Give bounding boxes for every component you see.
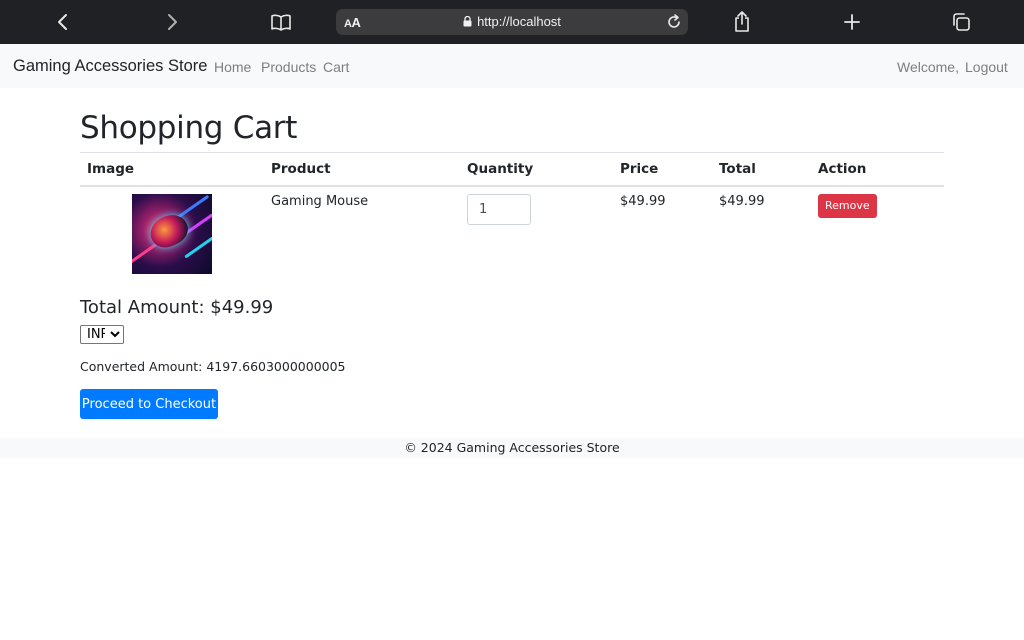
back-button[interactable] [48,7,78,37]
quantity-input[interactable] [467,193,531,225]
column-header-price: Price [613,152,712,187]
cell-price: $49.99 [620,193,666,209]
cell-action: Remove [811,186,944,281]
table-header-row: Image Product Quantity Price Total Actio… [80,152,944,187]
chevron-left-icon [58,14,67,30]
footer-text: © 2024 Gaming Accessories Store [404,440,620,455]
logout-link[interactable]: Logout [965,59,1008,75]
cell-quantity [460,186,613,281]
total-amount: Total Amount: $49.99 [80,297,274,318]
site-footer: © 2024 Gaming Accessories Store [0,438,1024,458]
nav-link-home[interactable]: Home [214,59,251,75]
tabs-icon [953,13,970,31]
share-button[interactable] [727,7,757,37]
currency-select[interactable]: INR [80,325,124,344]
tabs-button[interactable] [946,7,976,37]
column-header-quantity: Quantity [460,152,613,187]
cart-table: Image Product Quantity Price Total Actio… [80,152,944,281]
new-tab-button[interactable] [837,7,867,37]
page-title: Shopping Cart [80,110,298,146]
table-row: Gaming Mouse $49.99 $49.99 Remove [80,186,944,281]
book-icon [271,14,291,31]
url-text: http://localhost [477,14,561,29]
plus-icon [844,14,860,30]
reader-button[interactable] [266,7,296,37]
product-image [132,193,212,274]
remove-button[interactable]: Remove [818,193,877,218]
welcome-text: Welcome, [897,59,959,75]
forward-button[interactable] [157,7,187,37]
share-icon [735,11,749,32]
nav-link-cart[interactable]: Cart [323,59,349,75]
reload-button[interactable] [664,12,684,32]
column-header-product: Product [264,152,460,187]
column-header-action: Action [811,152,944,187]
column-header-total: Total [712,152,811,187]
converted-amount: Converted Amount: 4197.6603000000005 [80,359,346,374]
cell-product-name: Gaming Mouse [271,193,369,209]
chevron-right-icon [168,14,177,30]
browser-toolbar: AA http://localhost [0,0,1024,44]
address-bar[interactable]: AA http://localhost [336,9,688,35]
reload-icon [668,14,680,28]
cell-image [80,186,264,281]
cell-total: $49.99 [719,193,765,209]
brand-link[interactable]: Gaming Accessories Store [13,57,207,76]
nav-link-products[interactable]: Products [261,59,316,75]
checkout-button[interactable]: Proceed to Checkout [80,389,218,419]
site-navbar: Gaming Accessories Store Home Products C… [0,44,1024,88]
lock-icon [463,16,472,27]
column-header-image: Image [80,152,264,187]
